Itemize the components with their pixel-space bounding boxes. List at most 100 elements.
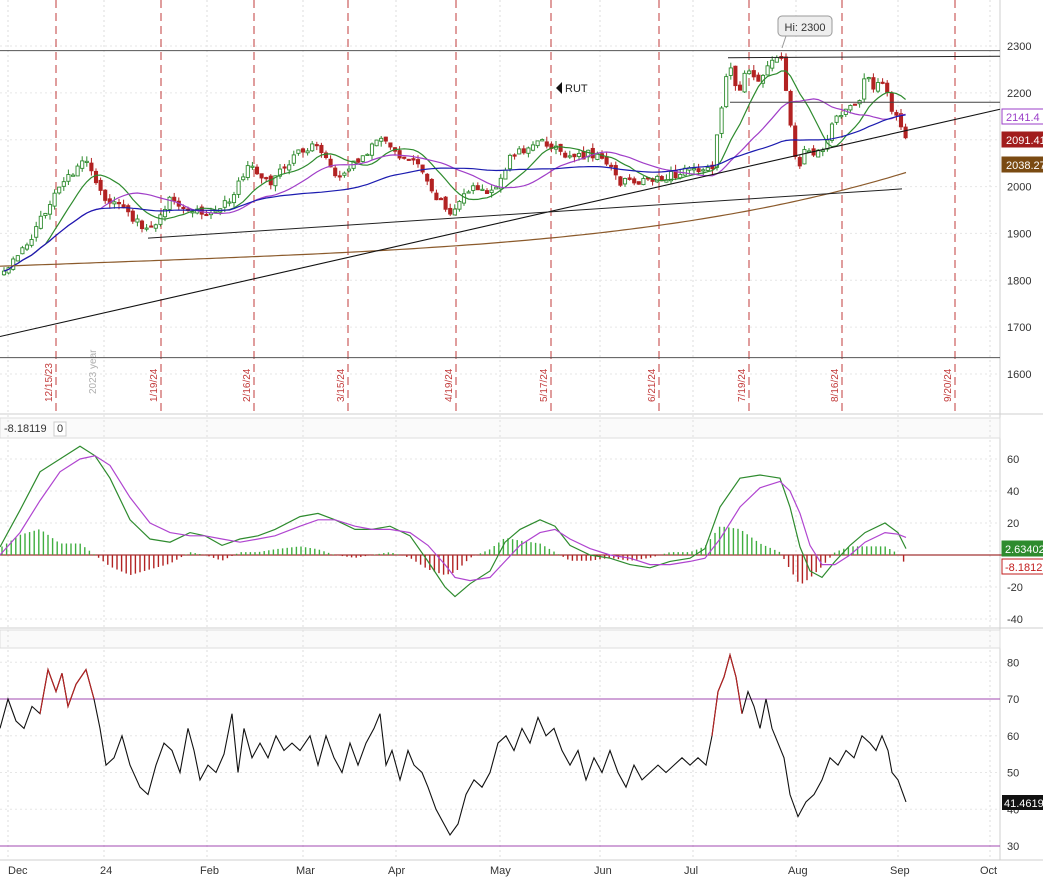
x-axis-label: Apr	[388, 865, 405, 877]
candle-body	[52, 192, 57, 207]
candle-body	[75, 165, 80, 177]
candle-body	[369, 143, 375, 156]
expiry-date-label: 2/16/24	[242, 368, 253, 402]
candle-body	[397, 150, 402, 159]
candle-body	[287, 164, 292, 171]
expiry-date-label: 6/21/24	[647, 368, 658, 402]
candle-body	[80, 160, 85, 169]
price-tick-label: 1700	[1007, 322, 1031, 334]
candle-body	[852, 103, 858, 106]
candle-body	[319, 144, 324, 154]
candle-body	[871, 77, 876, 90]
candle-body	[765, 65, 770, 76]
candle-body	[89, 162, 94, 172]
x-axis-label: Jun	[594, 865, 612, 877]
candle-body	[636, 181, 641, 185]
candle-body	[415, 159, 421, 165]
expiry-date-label: 12/15/23	[44, 363, 55, 402]
candle-body	[484, 190, 490, 195]
candle-body	[130, 210, 135, 222]
candle-body	[356, 158, 361, 163]
year-marker: 2023 year	[88, 349, 99, 394]
candle-body	[29, 238, 34, 246]
candle-body	[751, 70, 756, 78]
price-badge: 2091.41	[1001, 131, 1043, 148]
macd-tick-label: -40	[1007, 614, 1023, 626]
candle-body	[411, 158, 416, 161]
candle-body	[733, 65, 738, 87]
candle-body	[383, 136, 388, 142]
candle-body	[379, 137, 384, 142]
candle-body	[213, 210, 218, 213]
candle-body	[342, 172, 347, 176]
candle-body	[24, 244, 30, 250]
candle-body	[714, 134, 720, 168]
candle-body	[728, 67, 733, 76]
candle-body	[783, 56, 789, 91]
candle-body	[61, 181, 66, 187]
x-axis-label: 24	[100, 865, 112, 877]
candle-body	[434, 192, 439, 201]
candle-body	[264, 177, 269, 180]
candle-body	[34, 226, 39, 238]
candle-body	[558, 143, 563, 152]
stock-chart: 12/15/23 1/19/24 2/16/24 3/15/24 4/19/24 5/17…	[0, 0, 1043, 878]
candle-body	[139, 220, 145, 230]
candle-body	[231, 194, 237, 204]
price-badge-label: 2141.4	[1006, 112, 1040, 124]
candle-body	[296, 149, 301, 154]
candle-body	[346, 168, 352, 172]
candle-body	[540, 139, 545, 142]
candle-body	[204, 213, 209, 217]
candle-body	[457, 201, 462, 210]
price-tick-label: 1600	[1007, 369, 1031, 381]
candle-body	[420, 164, 425, 173]
candle-body	[701, 169, 706, 172]
candle-body	[57, 186, 62, 194]
candle-body	[894, 112, 899, 116]
price-tick-label: 2200	[1007, 88, 1031, 100]
rsi-tick-label: 60	[1007, 731, 1019, 743]
candle-body	[153, 224, 158, 229]
candle-body	[425, 173, 430, 182]
candle-body	[802, 149, 807, 165]
candle-body	[282, 166, 287, 169]
candle-body	[305, 150, 310, 154]
candle-body	[622, 178, 628, 185]
candle-body	[300, 148, 306, 153]
candle-body	[507, 154, 513, 170]
candle-body	[880, 81, 885, 84]
candle-body	[314, 144, 319, 147]
candle-body	[839, 115, 844, 118]
x-axis-label: Feb	[200, 865, 219, 877]
candle-body	[705, 166, 710, 171]
candle-body	[724, 76, 729, 108]
candle-body	[126, 205, 131, 213]
candle-body	[227, 201, 232, 204]
expiry-date-label: 5/17/24	[539, 368, 550, 402]
symbol-label: RUT	[565, 83, 588, 95]
rsi-tick-label: 80	[1007, 657, 1019, 669]
candle-body	[291, 154, 296, 164]
candle-body	[93, 170, 99, 184]
candle-body	[632, 178, 637, 184]
candle-body	[613, 165, 618, 176]
candle-body	[406, 158, 411, 161]
candle-body	[503, 169, 508, 180]
candle-body	[438, 198, 444, 201]
candle-body	[609, 164, 614, 167]
candle-body	[862, 78, 867, 100]
candle-body	[103, 189, 108, 201]
candle-body	[489, 189, 494, 194]
macd-value-badge: 2.63402	[1001, 540, 1043, 557]
candle-body	[149, 225, 154, 228]
price-badge-label: 2091.41	[1006, 135, 1043, 147]
candle-body	[429, 178, 434, 192]
candle-body	[866, 77, 871, 80]
candle-body	[655, 175, 660, 183]
candle-body	[544, 141, 549, 147]
price-tick-label: 1900	[1007, 228, 1031, 240]
candle-body	[452, 208, 457, 216]
expiry-date-label: 1/19/24	[149, 368, 160, 402]
candle-body	[875, 82, 881, 92]
